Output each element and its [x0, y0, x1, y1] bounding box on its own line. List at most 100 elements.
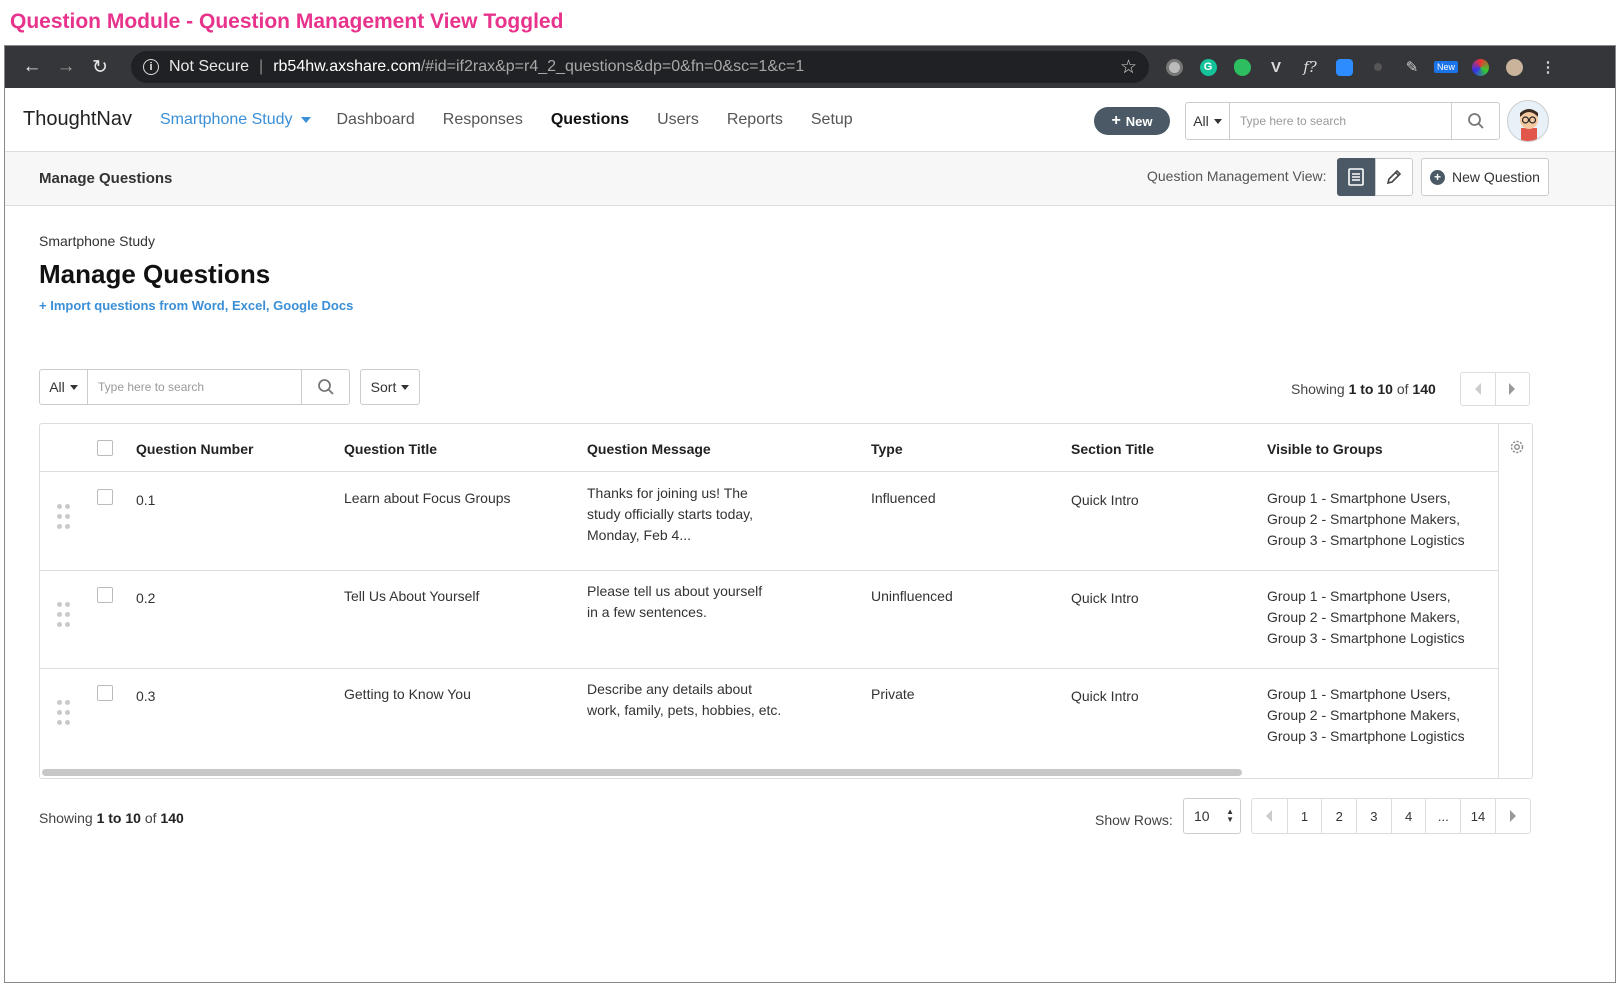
back-icon[interactable]: ← — [15, 52, 49, 82]
nav-reports[interactable]: Reports — [727, 111, 783, 129]
column-question-message[interactable]: Question Message — [587, 441, 711, 457]
record-icon[interactable] — [1361, 52, 1395, 82]
prev-page-icon[interactable] — [1252, 799, 1287, 833]
question-title[interactable]: Learn about Focus Groups — [344, 488, 511, 509]
security-label: Not Secure — [169, 58, 250, 75]
question-title[interactable]: Tell Us About Yourself — [344, 586, 479, 607]
question-search: All Type here to search — [39, 369, 350, 405]
row-checkbox[interactable] — [97, 685, 113, 701]
formula-icon[interactable]: f? — [1293, 52, 1327, 82]
question-type: Uninfluenced — [871, 588, 953, 604]
question-number: 0.2 — [136, 590, 156, 606]
column-section-title[interactable]: Section Title — [1071, 441, 1154, 457]
nav-questions[interactable]: Questions — [551, 111, 629, 129]
question-title[interactable]: Getting to Know You — [344, 684, 471, 705]
reload-icon[interactable]: ↻ — [83, 52, 117, 82]
select-all-checkbox[interactable] — [97, 440, 113, 456]
nav-setup[interactable]: Setup — [811, 111, 853, 129]
column-settings — [1498, 424, 1532, 778]
nav-users[interactable]: Users — [657, 111, 699, 129]
info-icon[interactable]: i — [143, 59, 159, 75]
visible-groups: Group 1 - Smartphone Users, Group 2 - Sm… — [1267, 588, 1465, 646]
search-icon[interactable] — [1451, 103, 1499, 139]
rows-per-page-select[interactable]: 10 ▲ ▼ — [1183, 798, 1241, 834]
row-checkbox[interactable] — [97, 489, 113, 505]
column-type[interactable]: Type — [871, 441, 903, 457]
page-4[interactable]: 4 — [1390, 799, 1426, 833]
new-button[interactable]: + New — [1094, 107, 1170, 135]
nav-responses[interactable]: Responses — [443, 111, 523, 129]
question-search-input[interactable]: Type here to search — [88, 380, 301, 394]
extension-circle-icon[interactable] — [1157, 52, 1191, 82]
section-title: Quick Intro — [1071, 590, 1139, 606]
drag-handle-icon[interactable] — [57, 602, 71, 630]
browser-window: ← → ↻ i Not Secure | rb54hw.axshare.com /… — [4, 45, 1616, 983]
showing-total: 140 — [1412, 381, 1436, 397]
next-page-icon[interactable] — [1494, 799, 1530, 833]
page-2[interactable]: 2 — [1321, 799, 1356, 833]
questions-table: Question Number Question Title Question … — [39, 423, 1533, 779]
row-checkbox[interactable] — [97, 587, 113, 603]
table-row[interactable]: 0.3 Getting to Know You Describe any det… — [40, 669, 1498, 767]
import-questions-link[interactable]: + Import questions from Word, Excel, Goo… — [39, 298, 353, 313]
color-picker-icon[interactable] — [1463, 52, 1497, 82]
page-1[interactable]: 1 — [1286, 799, 1322, 833]
study-switcher[interactable]: Smartphone Study — [160, 111, 311, 129]
page-3[interactable]: 3 — [1356, 799, 1391, 833]
sort-label: Sort — [370, 379, 397, 395]
study-switcher-label: Smartphone Study — [159, 110, 293, 128]
page-title: Manage Questions — [39, 259, 271, 289]
pen-icon[interactable]: ✎ — [1395, 52, 1429, 82]
prev-page-icon[interactable] — [1461, 373, 1495, 405]
page-14[interactable]: 14 — [1460, 799, 1495, 833]
nav-dashboard[interactable]: Dashboard — [337, 111, 415, 129]
avatar[interactable] — [1507, 100, 1549, 142]
gear-icon — [1510, 440, 1524, 454]
chevron-down-icon — [300, 116, 311, 123]
showing-range: 1 to 10 — [96, 810, 141, 826]
search-input[interactable]: Type here to search — [1230, 114, 1451, 128]
sort-dropdown[interactable]: Sort — [360, 369, 420, 405]
column-visible-groups[interactable]: Visible to Groups — [1267, 441, 1383, 457]
vue-devtools-icon[interactable]: V — [1259, 52, 1293, 82]
address-bar[interactable]: i Not Secure | rb54hw.axshare.com/#id=if… — [131, 51, 1149, 83]
forward-icon[interactable]: → — [49, 52, 83, 82]
grammarly-icon[interactable]: G — [1191, 52, 1225, 82]
question-number: 0.3 — [136, 688, 156, 704]
column-question-number[interactable]: Question Number — [136, 441, 253, 457]
list-icon — [1348, 168, 1364, 186]
drag-handle-icon[interactable] — [57, 504, 71, 532]
list-view-button[interactable] — [1337, 158, 1375, 196]
evernote-icon[interactable] — [1225, 52, 1259, 82]
search-scope-select[interactable]: All — [1186, 103, 1230, 139]
visible-groups: Group 1 - Smartphone Users, Group 2 - Sm… — [1267, 490, 1465, 548]
section-title: Quick Intro — [1071, 492, 1139, 508]
table-row[interactable]: 0.2 Tell Us About Yourself Please tell u… — [40, 571, 1498, 669]
next-page-icon[interactable] — [1494, 373, 1530, 405]
menu-icon[interactable]: ⋮ — [1531, 52, 1565, 82]
profile-icon[interactable] — [1497, 52, 1531, 82]
url-path: /#id=if2rax&p=r4_2_questions&dp=0&fn=0&s… — [420, 58, 805, 75]
table-row[interactable]: 0.1 Learn about Focus Groups Thanks for … — [40, 473, 1498, 571]
drag-handle-icon[interactable] — [57, 700, 71, 728]
new-question-button[interactable]: + New Question — [1421, 158, 1549, 196]
app-logo[interactable]: ThoughtNav — [23, 108, 132, 131]
url-host: rb54hw.axshare.com — [273, 58, 421, 75]
search-icon[interactable] — [301, 370, 349, 404]
zoom-icon[interactable] — [1327, 52, 1361, 82]
global-search: All Type here to search — [1185, 102, 1500, 140]
url-separator: | — [259, 58, 264, 75]
question-type: Influenced — [871, 490, 936, 506]
top-pager — [1460, 372, 1530, 406]
browser-toolbar: ← → ↻ i Not Secure | rb54hw.axshare.com /… — [5, 46, 1615, 88]
visible-groups: Group 1 - Smartphone Users, Group 2 - Sm… — [1267, 686, 1465, 744]
horizontal-scrollbar[interactable] — [42, 769, 1242, 776]
filter-scope-select[interactable]: All — [40, 370, 88, 404]
edit-view-button[interactable] — [1375, 158, 1413, 196]
subheader-title: Manage Questions — [39, 170, 173, 187]
new-question-label: New Question — [1452, 169, 1540, 185]
bookmark-star-icon[interactable]: ☆ — [1120, 56, 1137, 79]
column-question-title[interactable]: Question Title — [344, 441, 437, 457]
new-extension-icon[interactable]: New — [1429, 52, 1463, 82]
new-button-label: New — [1125, 113, 1153, 129]
